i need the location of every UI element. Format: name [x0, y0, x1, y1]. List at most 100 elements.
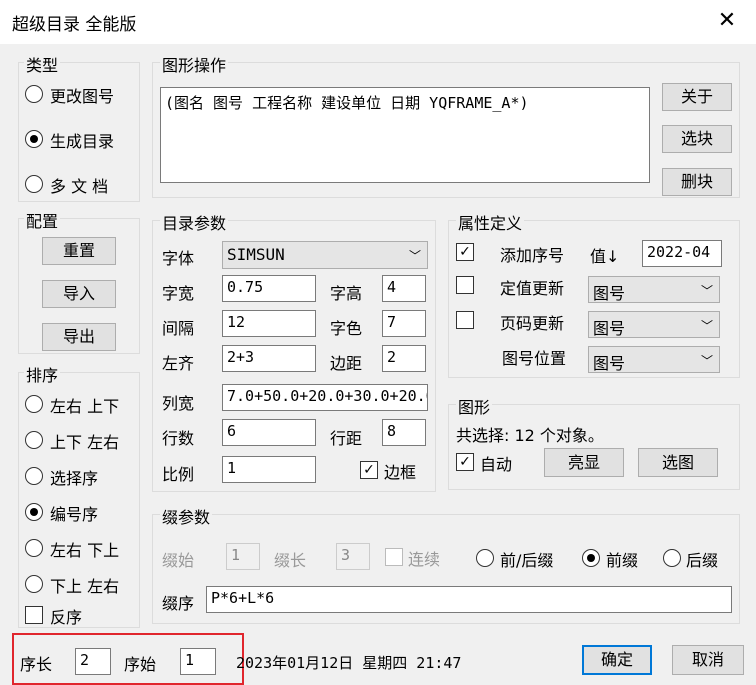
radio-multi-doc[interactable] — [25, 175, 43, 193]
char-height-label: 字高 — [330, 284, 363, 303]
radio-change-number-label: 更改图号 — [50, 87, 115, 106]
radio-multi-doc-label: 多 文 档 — [50, 177, 109, 196]
radio-sort-selection[interactable] — [25, 467, 43, 485]
column-width-input[interactable]: 7.0+50.0+20.0+30.0+20.0 — [222, 384, 428, 411]
affix-start-label: 缀始 — [162, 551, 195, 570]
affix-params-label: 缀参数 — [160, 504, 213, 528]
seq-length-label: 序长 — [20, 655, 53, 674]
radio-prefix[interactable] — [582, 549, 600, 567]
number-position-label: 图号位置 — [502, 349, 567, 368]
affix-start-input[interactable]: 1 — [226, 543, 260, 570]
fixed-update-checkbox[interactable] — [456, 276, 474, 294]
border-label: 边框 — [384, 463, 417, 482]
value-input[interactable]: 2022-04 — [642, 240, 722, 267]
ok-button[interactable]: 确定 — [582, 645, 652, 675]
type-group-label: 类型 — [24, 52, 61, 76]
reverse-label: 反序 — [50, 608, 83, 627]
radio-sort-lr-tb[interactable] — [25, 395, 43, 413]
page-update-label: 页码更新 — [500, 314, 565, 333]
radio-prefix-label: 前缀 — [606, 551, 639, 570]
close-icon[interactable]: ✕ — [712, 6, 742, 36]
font-label: 字体 — [162, 249, 195, 268]
font-select[interactable]: SIMSUN ﹀ — [222, 241, 428, 269]
row-spacing-label: 行距 — [330, 429, 363, 448]
seq-start-label: 序始 — [124, 655, 157, 674]
about-button[interactable]: 关于 — [662, 83, 732, 111]
font-select-value: SIMSUN — [227, 245, 285, 264]
char-height-input[interactable]: 4 — [382, 275, 426, 302]
page-update-checkbox[interactable] — [456, 311, 474, 329]
affix-order-label: 缀序 — [162, 594, 195, 613]
sort-group-label: 排序 — [24, 362, 61, 386]
radio-change-number[interactable] — [25, 85, 43, 103]
radio-sort-bt-lr-label: 下上 左右 — [50, 577, 120, 596]
char-color-input[interactable]: 7 — [382, 310, 426, 337]
reverse-checkbox[interactable] — [25, 606, 43, 624]
radio-suffix[interactable] — [663, 549, 681, 567]
seq-length-input[interactable]: 2 — [75, 648, 111, 675]
select-block-button[interactable]: 选块 — [662, 125, 732, 153]
shape-group-label: 图形 — [456, 394, 493, 418]
radio-sort-lr-tb-label: 左右 上下 — [50, 397, 120, 416]
scale-label: 比例 — [162, 465, 195, 484]
radio-sort-lr-bt[interactable] — [25, 539, 43, 557]
left-align-label: 左齐 — [162, 354, 195, 373]
radio-generate-catalog[interactable] — [25, 130, 43, 148]
import-button[interactable]: 导入 — [42, 280, 116, 308]
row-spacing-input[interactable]: 8 — [382, 419, 426, 446]
column-width-label: 列宽 — [162, 394, 195, 413]
number-position-select[interactable]: 图号 ﹀ — [588, 346, 720, 373]
radio-suffix-label: 后缀 — [686, 551, 719, 570]
left-align-input[interactable]: 2+3 — [222, 345, 316, 372]
radio-sort-bt-lr[interactable] — [25, 575, 43, 593]
margin-label: 边距 — [330, 354, 363, 373]
shape-ops-label: 图形操作 — [160, 52, 229, 76]
cancel-button[interactable]: 取消 — [672, 645, 744, 675]
fixed-update-label: 定值更新 — [500, 279, 565, 298]
fixed-update-select-value: 图号 — [593, 284, 626, 303]
radio-prefix-suffix-label: 前/后缀 — [500, 551, 554, 570]
page-update-select-value: 图号 — [593, 319, 626, 338]
radio-sort-tb-lr-label: 上下 左右 — [50, 433, 120, 452]
radio-prefix-suffix[interactable] — [476, 549, 494, 567]
char-width-input[interactable]: 0.75 — [222, 275, 316, 302]
export-button[interactable]: 导出 — [42, 323, 116, 351]
select-drawing-button[interactable]: 选图 — [638, 448, 718, 477]
highlight-button[interactable]: 亮显 — [544, 448, 624, 477]
radio-sort-number-label: 编号序 — [50, 505, 99, 524]
continuous-checkbox[interactable] — [385, 548, 403, 566]
block-filter-textarea[interactable]: (图名 图号 工程名称 建设单位 日期 YQFRAME_A*) — [160, 87, 650, 183]
fixed-update-select[interactable]: 图号 ﹀ — [588, 276, 720, 303]
spacing-label: 间隔 — [162, 319, 195, 338]
add-seq-checkbox[interactable]: ✓ — [456, 243, 474, 261]
border-checkbox[interactable]: ✓ — [360, 461, 378, 479]
auto-label: 自动 — [480, 455, 513, 474]
char-color-label: 字色 — [330, 319, 363, 338]
scale-input[interactable]: 1 — [222, 456, 316, 483]
radio-sort-number[interactable] — [25, 503, 43, 521]
seq-start-input[interactable]: 1 — [180, 648, 216, 675]
affix-length-label: 缀长 — [274, 551, 307, 570]
chevron-down-icon: ﹀ — [700, 354, 713, 368]
rows-input[interactable]: 6 — [222, 419, 316, 446]
margin-input[interactable]: 2 — [382, 345, 426, 372]
radio-sort-tb-lr[interactable] — [25, 431, 43, 449]
rows-label: 行数 — [162, 429, 195, 448]
reset-button[interactable]: 重置 — [42, 237, 116, 265]
continuous-label: 连续 — [408, 550, 441, 569]
add-seq-label: 添加序号 — [500, 246, 565, 265]
page-update-select[interactable]: 图号 ﹀ — [588, 311, 720, 338]
catalog-params-label: 目录参数 — [160, 210, 229, 234]
chevron-down-icon: ﹀ — [700, 319, 713, 333]
char-width-label: 字宽 — [162, 284, 195, 303]
value-label: 值↓ — [590, 247, 620, 266]
affix-order-input[interactable]: P*6+L*6 — [206, 586, 732, 613]
delete-block-button[interactable]: 删块 — [662, 168, 732, 196]
datetime-text: 2023年01月12日 星期四 21:47 — [236, 654, 462, 672]
chevron-down-icon: ﹀ — [408, 249, 421, 263]
auto-checkbox[interactable]: ✓ — [456, 453, 474, 471]
spacing-input[interactable]: 12 — [222, 310, 316, 337]
selection-info: 共选择: 12 个对象。 — [456, 426, 604, 445]
affix-length-input[interactable]: 3 — [336, 543, 370, 570]
chevron-down-icon: ﹀ — [700, 284, 713, 298]
